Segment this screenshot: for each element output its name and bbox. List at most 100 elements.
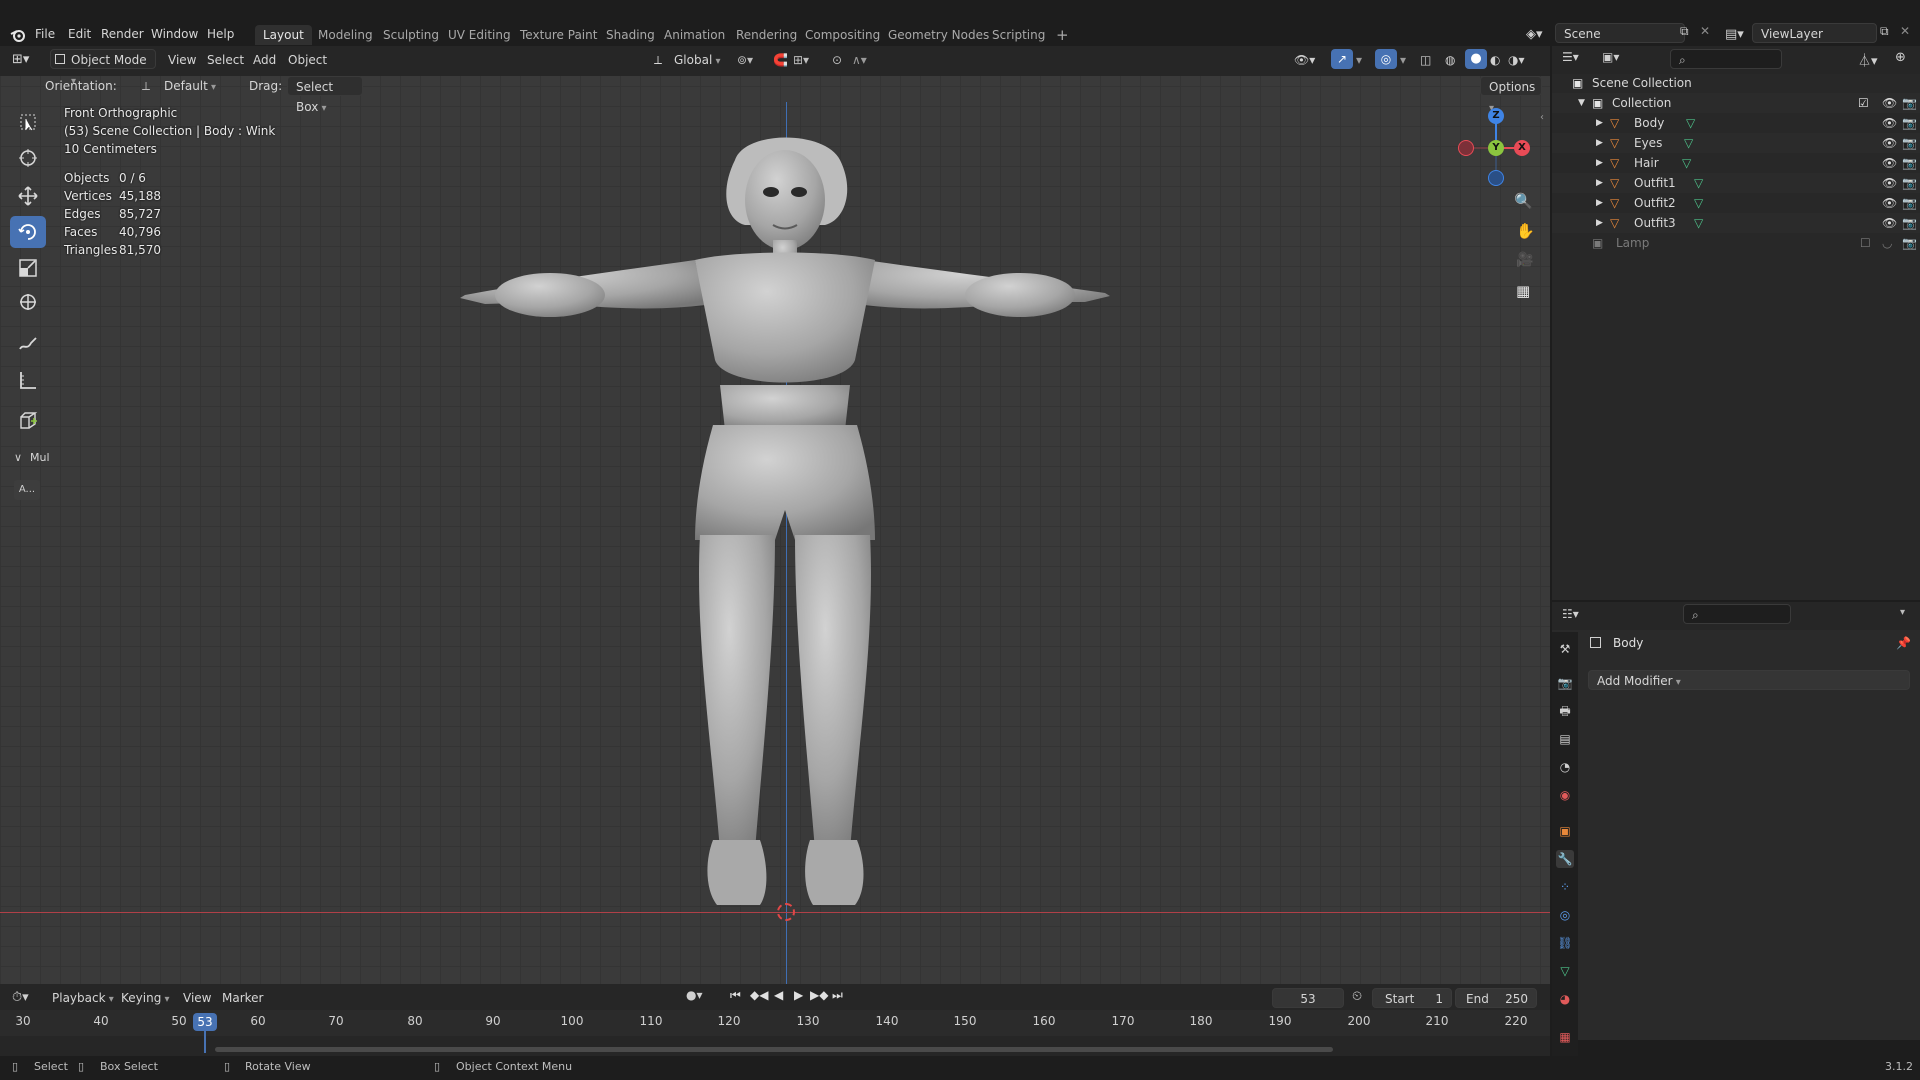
physics-tab-icon[interactable]: ◎ [1556, 906, 1574, 924]
xray-icon[interactable]: ◫ [1420, 50, 1431, 70]
expand-arrow-icon[interactable]: ▶ [1596, 213, 1603, 233]
drag-dropdown[interactable]: Select Box [287, 76, 363, 114]
scene-field[interactable]: Scene [1555, 23, 1685, 43]
menu-help[interactable]: Help [207, 24, 234, 44]
sidebar-toggle-icon[interactable]: ‹ [1540, 112, 1544, 123]
new-collection-icon[interactable]: ⊕ [1895, 50, 1906, 65]
eye-icon[interactable]: 👁 [1882, 193, 1897, 213]
outliner-row-object[interactable]: ▶ ▽ Hair ▽ 👁 📷 [1552, 153, 1920, 173]
mesh-data-icon[interactable]: ▽ [1694, 213, 1703, 233]
display-mode-icon[interactable]: ▣▾ [1602, 50, 1619, 64]
tab-scripting[interactable]: Scripting [984, 25, 1053, 45]
menu-marker[interactable]: Marker [222, 988, 263, 1008]
menu-window[interactable]: Window [151, 24, 198, 44]
timeline-ruler[interactable] [0, 1010, 1550, 1036]
outliner-row-object[interactable]: ▶ ▽ Eyes ▽ 👁 📷 [1552, 133, 1920, 153]
move-tool[interactable] [10, 180, 46, 212]
blender-logo-icon[interactable] [10, 27, 26, 43]
tool-tab-icon[interactable]: ⚒ [1556, 640, 1574, 658]
tab-texture-paint[interactable]: Texture Paint [512, 25, 605, 45]
gizmo-x-axis[interactable]: X [1514, 140, 1530, 156]
panel-collapse-icon[interactable]: ∨ [14, 451, 22, 464]
proportional-edit-icon[interactable]: ⊙ [832, 50, 842, 70]
rendered-shading-icon[interactable]: ◑▾ [1508, 50, 1525, 70]
expand-arrow-icon[interactable]: ▶ [1596, 113, 1603, 133]
scene-icon[interactable]: ◈▾ [1526, 25, 1552, 45]
transform-tool[interactable] [10, 286, 46, 318]
view-layer-field[interactable]: ViewLayer [1752, 23, 1877, 43]
modifier-tab-icon[interactable]: 🔧 [1556, 850, 1574, 868]
3d-cursor-icon[interactable] [777, 903, 795, 921]
jump-end-icon[interactable]: ⏭ [832, 988, 843, 1003]
tab-shading[interactable]: Shading [598, 25, 663, 45]
object-tab-icon[interactable]: ▣ [1556, 822, 1574, 840]
eye-icon[interactable]: 👁 [1882, 153, 1897, 173]
menu-keying[interactable]: Keying [121, 988, 170, 1008]
close-icon[interactable]: ✕ [1700, 24, 1714, 42]
end-frame-field[interactable]: End 250 [1455, 988, 1537, 1008]
scale-tool[interactable] [10, 252, 46, 284]
output-tab-icon[interactable]: 🖶 [1556, 702, 1574, 720]
visibility-icon[interactable]: 👁▾ [1294, 50, 1315, 70]
cursor-tool[interactable] [10, 142, 46, 174]
eye-icon[interactable]: 👁 [1882, 113, 1897, 133]
orientation-dropdown[interactable]: Default [164, 76, 236, 96]
texture-tab-icon[interactable]: ▦ [1556, 1028, 1574, 1046]
jump-start-icon[interactable]: ⏮ [730, 988, 741, 1003]
measure-tool[interactable] [10, 364, 46, 396]
solid-shading-icon[interactable]: ● [1465, 49, 1487, 69]
menu-select[interactable]: Select [207, 50, 244, 70]
gizmo-z-axis[interactable]: Z [1488, 108, 1504, 124]
props-options-icon[interactable]: ▾ [1900, 607, 1905, 618]
camera-icon[interactable]: 📷 [1902, 173, 1917, 193]
mesh-data-icon[interactable]: ▽ [1694, 193, 1703, 213]
falloff-icon[interactable]: ∧▾ [852, 50, 867, 70]
tab-compositing[interactable]: Compositing [797, 25, 888, 45]
particles-tab-icon[interactable]: ⁘ [1556, 878, 1574, 896]
snap-target-icon[interactable]: ⊞▾ [793, 50, 809, 70]
camera-icon[interactable]: 📷 [1902, 93, 1917, 113]
view-layer-icon[interactable]: ▤▾ [1725, 25, 1751, 45]
tab-modeling[interactable]: Modeling [310, 25, 381, 45]
eye-closed-icon[interactable]: ◡ [1882, 233, 1892, 253]
eye-icon[interactable]: 👁 [1882, 93, 1897, 113]
expand-arrow-icon[interactable]: ▶ [1596, 133, 1603, 153]
grid-toggle-icon[interactable]: ▦ [1516, 282, 1530, 300]
mesh-data-icon[interactable]: ▽ [1684, 133, 1693, 153]
overlays-dropdown-icon[interactable]: ▾ [1400, 50, 1406, 70]
select-box-tool[interactable] [10, 106, 46, 138]
record-icon[interactable]: ●▾ [686, 988, 703, 1002]
scene-tab-icon[interactable]: ◔ [1556, 758, 1574, 776]
snap-icon[interactable]: 🧲 [773, 50, 788, 70]
gizmo-y-axis[interactable]: Y [1488, 140, 1504, 156]
pan-hand-icon[interactable]: ✋ [1516, 222, 1535, 240]
menu-edit[interactable]: Edit [68, 24, 91, 44]
mesh-data-icon[interactable]: ▽ [1686, 113, 1695, 133]
outliner-row-lamp-collection[interactable]: ▣ Lamp ☐ ◡ 📷 [1552, 233, 1920, 253]
overlays-toggle-icon[interactable]: ◎ [1375, 49, 1397, 69]
checkbox-icon[interactable]: ☑ [1858, 93, 1869, 113]
rotate-tool[interactable] [10, 216, 46, 248]
expand-arrow-icon[interactable]: ▶ [1596, 173, 1603, 193]
data-tab-icon[interactable]: ▽ [1556, 962, 1574, 980]
close-icon[interactable]: ✕ [1900, 24, 1914, 42]
pin-icon[interactable]: 📌 [1896, 636, 1911, 650]
new-scene-icon[interactable]: ⧉ [1680, 24, 1696, 42]
outliner-search-input[interactable]: ⌕ [1670, 49, 1782, 69]
outliner-row-scene-collection[interactable]: ▣ Scene Collection [1552, 73, 1920, 93]
gizmo-neg-x-axis[interactable] [1458, 140, 1474, 156]
render-tab-icon[interactable]: 📷 [1556, 674, 1574, 692]
props-editor-type-icon[interactable]: ☷▾ [1562, 607, 1579, 621]
zoom-icon[interactable]: 🔍 [1514, 192, 1533, 210]
tab-rendering[interactable]: Rendering [728, 25, 805, 45]
preview-range-icon[interactable]: ⏲ [1352, 989, 1362, 1004]
last-operator-panel-label[interactable]: Mul [30, 451, 50, 464]
filter-icon[interactable]: ⏃▾ [1858, 50, 1878, 69]
tab-animation[interactable]: Animation [656, 25, 733, 45]
menu-file[interactable]: File [35, 24, 55, 44]
options-dropdown[interactable]: Options [1480, 76, 1542, 96]
camera-view-icon[interactable]: 🎥 [1516, 252, 1533, 268]
constraints-tab-icon[interactable]: ⛓ [1556, 934, 1574, 952]
transform-orientation-dropdown[interactable]: Global [674, 50, 720, 70]
tab-geometry-nodes[interactable]: Geometry Nodes [880, 25, 997, 45]
